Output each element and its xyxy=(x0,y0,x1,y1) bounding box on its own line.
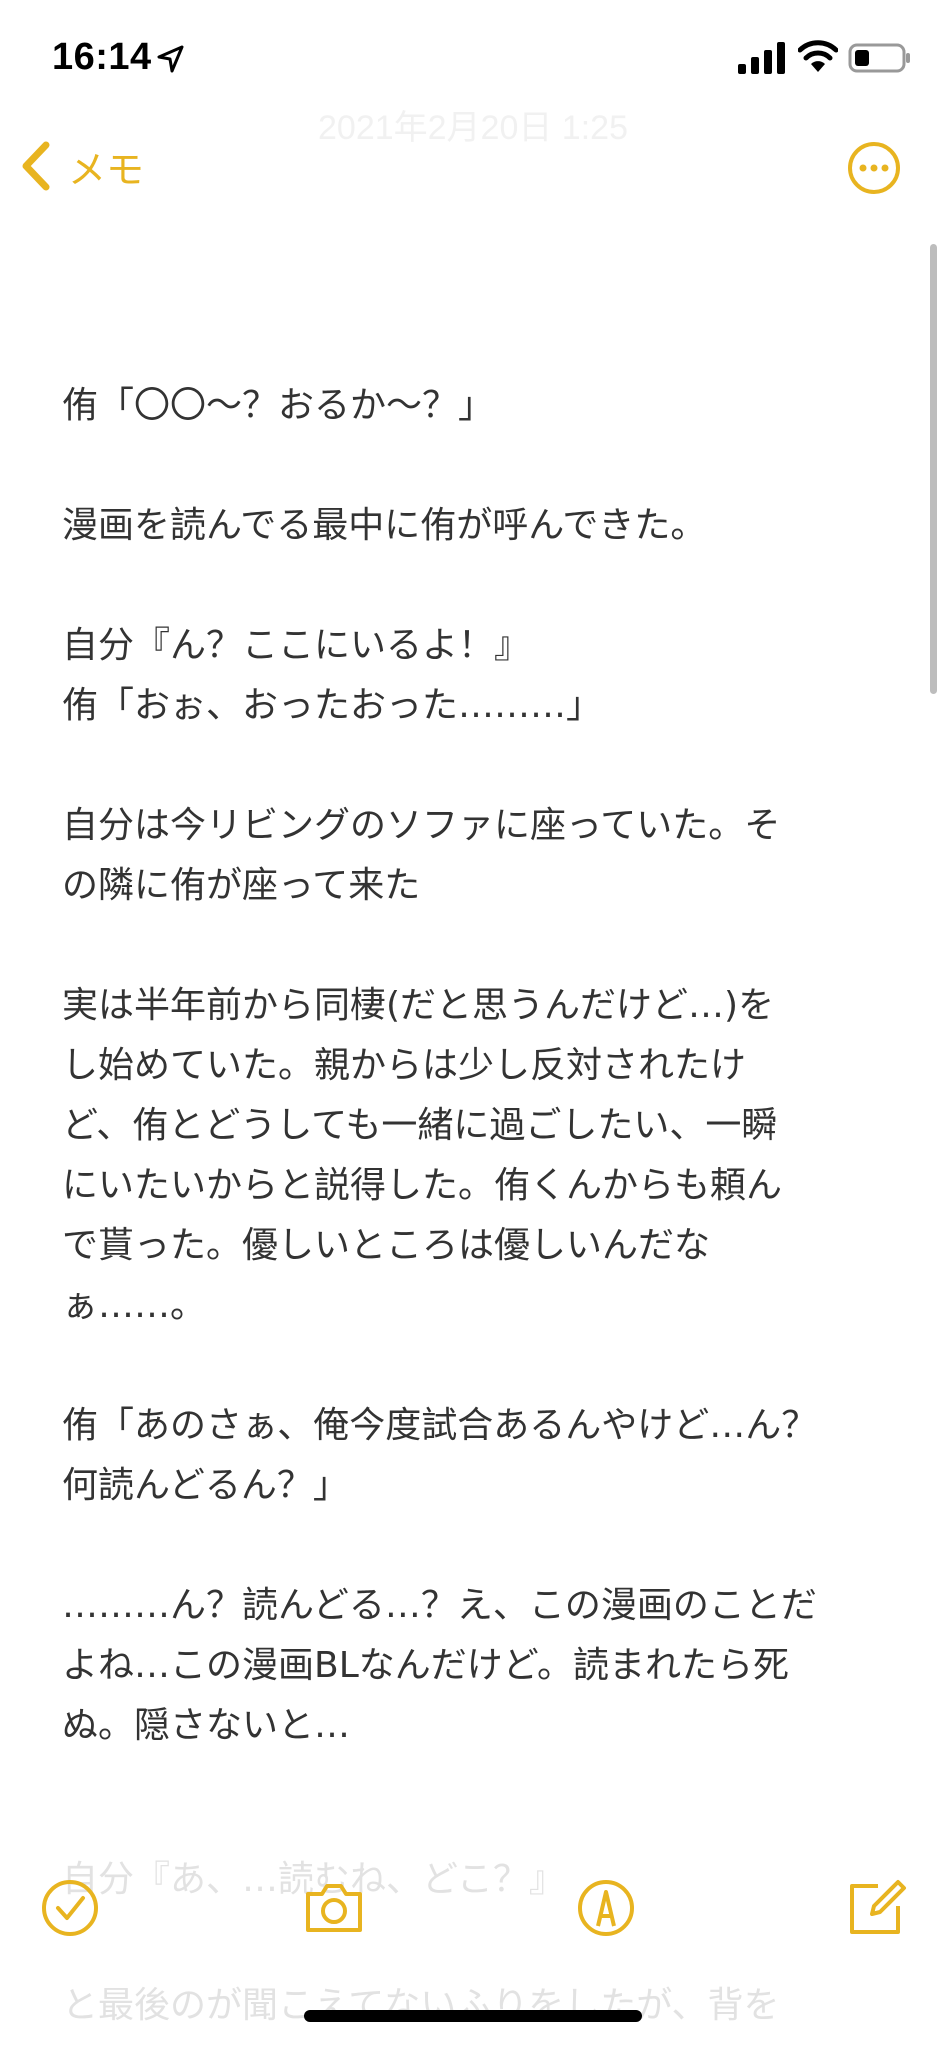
note-line: ぁ……。 xyxy=(62,1285,207,1326)
note-blank-line xyxy=(62,1516,882,1576)
note-line: の隣に侑が座って来た xyxy=(62,865,421,906)
note-blank-line xyxy=(62,736,882,796)
cellular-signal-icon xyxy=(738,42,785,74)
wifi-icon xyxy=(798,40,838,72)
note-blank-line xyxy=(62,556,882,616)
scrollbar[interactable] xyxy=(930,244,937,694)
note-line: 自分は今リビングのソファに座っていた。そ xyxy=(62,805,781,846)
bottom-toolbar xyxy=(0,1862,946,1952)
more-options-button[interactable] xyxy=(846,140,902,196)
battery-icon xyxy=(848,43,910,73)
home-indicator[interactable] xyxy=(304,2010,642,2022)
note-blank-line xyxy=(62,436,882,496)
note-line: で貰った。優しいところは優しいんだな xyxy=(62,1225,711,1266)
back-button[interactable]: メモ xyxy=(18,136,144,196)
note-line: 実は半年前から同棲(だと思うんだけど…)を xyxy=(62,985,775,1026)
note-line: 何読んどるん？」 xyxy=(62,1465,349,1506)
location-arrow-icon xyxy=(157,45,184,73)
note-line: ぬ。隠さないと… xyxy=(62,1705,351,1746)
note-line: ………ん？読んどる…？え、この漫画のことだ xyxy=(62,1585,817,1626)
note-line: 自分『ん？ここにいるよ！』 xyxy=(62,625,531,666)
note-line: 漫画を読んでる最中に侑が呼んできた。 xyxy=(62,505,707,546)
note-line: にいたいからと説得した。侑くんからも頼ん xyxy=(62,1165,783,1206)
note-line: よね…この漫画BLなんだけど。読まれたら死 xyxy=(62,1645,789,1686)
note-line: 侑「おぉ、おったおった………」 xyxy=(62,685,603,726)
note-blank-line xyxy=(62,1336,882,1396)
status-time: 16:14 xyxy=(52,36,152,78)
note-line: 侑「あのさぁ、俺今度試合あるんやけど…ん？ xyxy=(62,1405,818,1446)
back-label: メモ xyxy=(68,147,145,192)
note-line: し始めていた。親からは少し反対されたけ xyxy=(62,1045,747,1086)
chevron-left-icon xyxy=(22,141,50,191)
note-line: ど、侑とどうしても一緒に過ごしたい、一瞬 xyxy=(62,1105,778,1146)
note-line: 侑「〇〇〜？おるか〜？」 xyxy=(62,385,495,426)
note-blank-line xyxy=(62,916,882,976)
checklist-icon[interactable] xyxy=(38,1876,102,1940)
camera-icon[interactable] xyxy=(302,1876,366,1940)
markup-pen-icon[interactable] xyxy=(574,1876,638,1940)
compose-icon[interactable] xyxy=(844,1876,908,1940)
note-body[interactable]: 侑「〇〇〜？おるか〜？」漫画を読んでる最中に侑が呼んできた。 自分『ん？ここにいる… xyxy=(62,376,882,1756)
